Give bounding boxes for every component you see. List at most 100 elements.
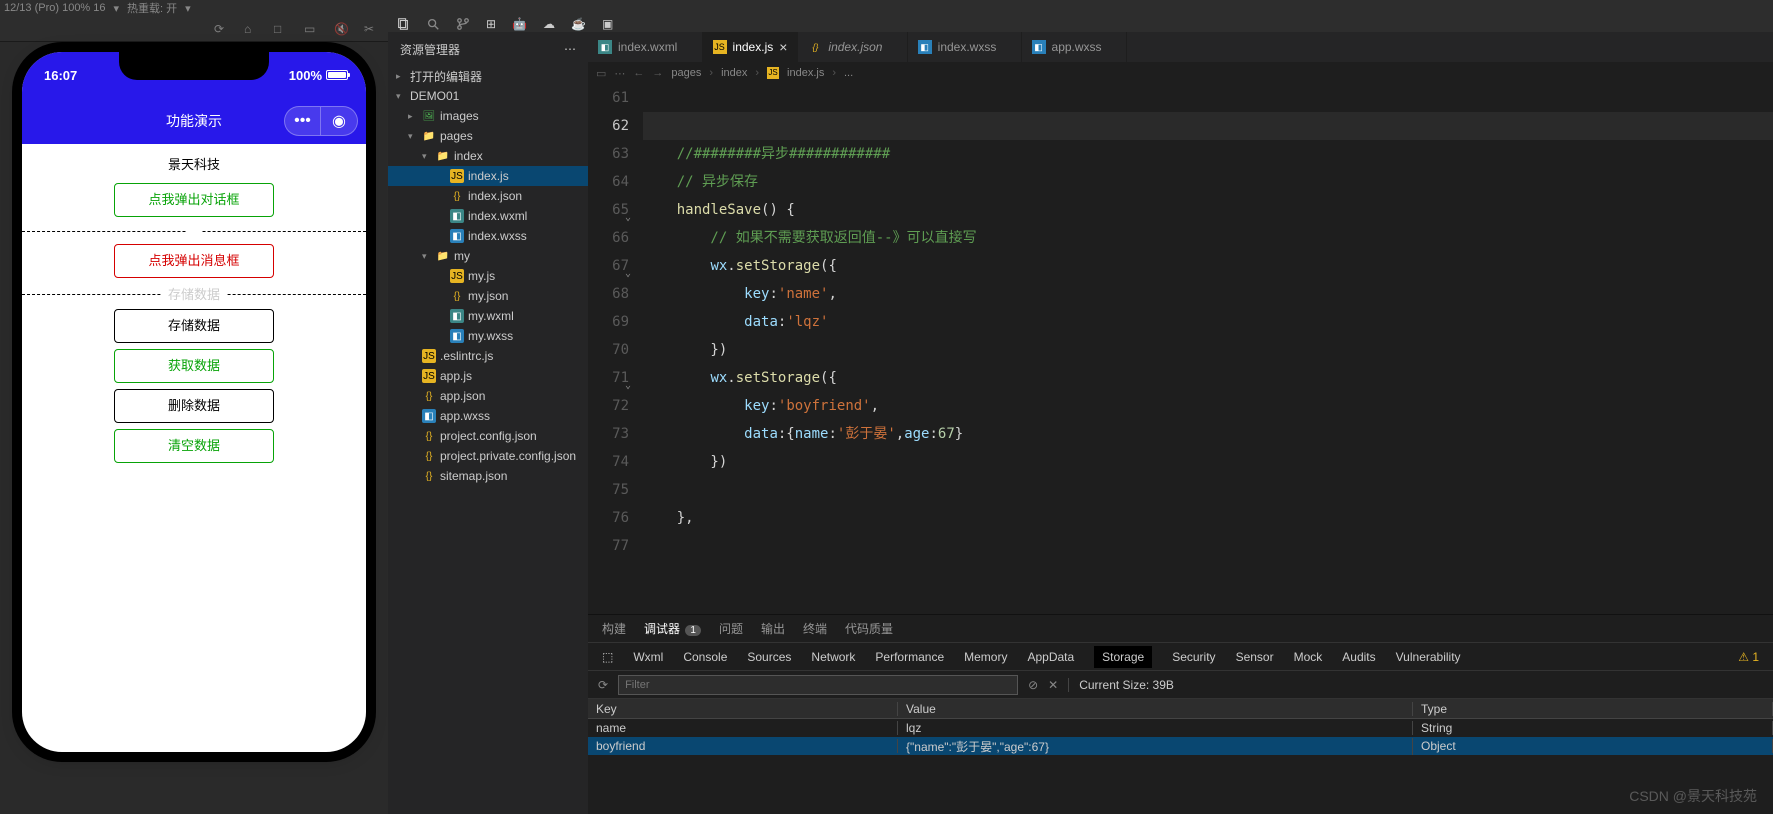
tab-performance[interactable]: Performance: [875, 650, 944, 664]
tab-mock[interactable]: Mock: [1294, 650, 1323, 664]
tab-terminal[interactable]: 终端: [803, 620, 827, 637]
tab-sensor[interactable]: Sensor: [1236, 650, 1274, 664]
forward-icon[interactable]: →: [652, 67, 663, 79]
get-button[interactable]: 获取数据: [114, 349, 274, 383]
warning-badge[interactable]: ⚠ 1: [1738, 650, 1759, 664]
file-index-js[interactable]: JSindex.js: [388, 166, 588, 186]
more-icon[interactable]: ⋯: [564, 42, 576, 56]
tab-index-wxss[interactable]: ◧index.wxss×: [908, 32, 1022, 62]
file-index-wxss[interactable]: ◧index.wxss: [388, 226, 588, 246]
more-icon[interactable]: •••: [285, 107, 321, 135]
tab-app-wxss[interactable]: ◧app.wxss×: [1022, 32, 1127, 62]
file-app-json[interactable]: {}app.json: [388, 386, 588, 406]
folder-pages[interactable]: ▾📁pages: [388, 126, 588, 146]
tab-debugger[interactable]: 调试器 1: [644, 620, 701, 637]
branch-icon[interactable]: [456, 17, 470, 31]
tab-memory[interactable]: Memory: [964, 650, 1007, 664]
filter-input[interactable]: [618, 675, 1018, 695]
tab-security[interactable]: Security: [1172, 650, 1215, 664]
tab-problems[interactable]: 问题: [719, 620, 743, 637]
file-eslintrc[interactable]: JS.eslintrc.js: [388, 346, 588, 366]
folder-my[interactable]: ▾📁my: [388, 246, 588, 266]
message-button[interactable]: 点我弹出消息框: [114, 244, 274, 278]
hot-reload-toggle[interactable]: 热重载: 开: [127, 0, 177, 16]
capsule[interactable]: ••• ◉: [284, 106, 358, 136]
panel-icon[interactable]: ▭: [596, 67, 606, 80]
tab-build[interactable]: 构建: [602, 620, 626, 637]
file-project-private[interactable]: {}project.private.config.json: [388, 446, 588, 466]
open-editors[interactable]: ▸打开的编辑器: [388, 66, 588, 86]
file-index-json[interactable]: {}index.json: [388, 186, 588, 206]
folder-images[interactable]: ▸🖼images: [388, 106, 588, 126]
col-value[interactable]: Value: [898, 702, 1413, 716]
device-icon[interactable]: ▭: [304, 22, 318, 36]
file-app-wxss[interactable]: ◧app.wxss: [388, 406, 588, 426]
breadcrumb-item[interactable]: index: [721, 67, 747, 79]
tab-wxml[interactable]: Wxml: [633, 650, 663, 664]
target-icon[interactable]: ◉: [321, 107, 357, 135]
cup-icon[interactable]: ☕: [571, 17, 586, 31]
folder-index[interactable]: ▾📁index: [388, 146, 588, 166]
file-sitemap[interactable]: {}sitemap.json: [388, 466, 588, 486]
code-editor[interactable]: 6162636465⌄6667⌄68697071⌄727374757677 //…: [588, 84, 1773, 614]
file-my-wxss[interactable]: ◧my.wxss: [388, 326, 588, 346]
search-icon[interactable]: [426, 17, 440, 31]
file-my-wxml[interactable]: ◧my.wxml: [388, 306, 588, 326]
cloud-icon[interactable]: ☁: [543, 17, 555, 31]
inspect-icon[interactable]: ⬚: [602, 650, 613, 664]
refresh-icon[interactable]: ⟳: [214, 22, 228, 36]
file-index-wxml[interactable]: ◧index.wxml: [388, 206, 588, 226]
tab-vulnerability[interactable]: Vulnerability: [1396, 650, 1461, 664]
file-my-js[interactable]: JSmy.js: [388, 266, 588, 286]
bot-icon[interactable]: 🤖: [512, 17, 527, 31]
project-root[interactable]: ▾DEMO01: [388, 86, 588, 106]
col-type[interactable]: Type: [1413, 702, 1773, 716]
refresh-icon[interactable]: ⟳: [598, 678, 608, 692]
battery-percent: 100%: [289, 68, 322, 83]
more-icon[interactable]: ⋯: [614, 67, 625, 80]
store-button[interactable]: 存储数据: [114, 309, 274, 343]
breadcrumb-item[interactable]: index.js: [787, 67, 824, 79]
box-icon[interactable]: ▣: [602, 17, 613, 31]
section-label: 存储数据: [22, 284, 366, 303]
back-icon[interactable]: ←: [633, 67, 644, 79]
ext-icon[interactable]: ⊞: [486, 17, 496, 31]
clear-button[interactable]: 清空数据: [114, 429, 274, 463]
delete-button[interactable]: 删除数据: [114, 389, 274, 423]
col-key[interactable]: Key: [588, 702, 898, 716]
file-my-json[interactable]: {}my.json: [388, 286, 588, 306]
tab-network[interactable]: Network: [811, 650, 855, 664]
tab-quality[interactable]: 代码质量: [845, 620, 893, 637]
close-icon[interactable]: ✕: [1048, 678, 1058, 692]
tab-index-wxml[interactable]: ◧index.wxml×: [588, 32, 703, 62]
tab-sources[interactable]: Sources: [747, 650, 791, 664]
tab-storage[interactable]: Storage: [1094, 646, 1152, 668]
home-icon[interactable]: ⌂: [244, 22, 258, 36]
files-icon[interactable]: [396, 17, 410, 31]
tab-appdata[interactable]: AppData: [1027, 650, 1074, 664]
tab-index-js[interactable]: JSindex.js×: [703, 32, 799, 62]
chevron-down-icon[interactable]: ▾: [185, 2, 191, 15]
block-icon[interactable]: ⊘: [1028, 678, 1038, 692]
chevron-down-icon[interactable]: ▾: [114, 2, 120, 15]
dialog-button[interactable]: 点我弹出对话框: [114, 183, 274, 217]
breadcrumb-item[interactable]: ...: [844, 67, 853, 79]
device-selector[interactable]: 12/13 (Pro) 100% 16: [4, 2, 106, 14]
tab-console[interactable]: Console: [683, 650, 727, 664]
breadcrumb-item[interactable]: pages: [671, 67, 701, 79]
explorer: 资源管理器 ⋯ ▸打开的编辑器 ▾DEMO01 ▸🖼images ▾📁pages…: [388, 32, 588, 814]
phone-frame: 16:07 100% 功能演示 ••• ◉ 景天科技 点我弹出对话框: [22, 52, 366, 752]
table-row[interactable]: boyfriend{"name":"彭于晏","age":67}Object: [588, 737, 1773, 755]
back-icon[interactable]: □: [274, 22, 288, 36]
file-app-js[interactable]: JSapp.js: [388, 366, 588, 386]
divider: [22, 223, 366, 238]
file-project-config[interactable]: {}project.config.json: [388, 426, 588, 446]
cut-icon[interactable]: ✂: [364, 22, 378, 36]
tab-index-json[interactable]: {}index.json×: [798, 32, 907, 62]
tab-audits[interactable]: Audits: [1342, 650, 1375, 664]
mute-icon[interactable]: 🔇: [334, 22, 348, 36]
bottom-panel: 构建 调试器 1 问题 输出 终端 代码质量 ⬚ Wxml Console So…: [588, 614, 1773, 814]
tab-output[interactable]: 输出: [761, 620, 785, 637]
breadcrumb[interactable]: ▭ ⋯ ← → pages› index› JS index.js› ...: [588, 62, 1773, 84]
table-row[interactable]: namelqzString: [588, 719, 1773, 737]
